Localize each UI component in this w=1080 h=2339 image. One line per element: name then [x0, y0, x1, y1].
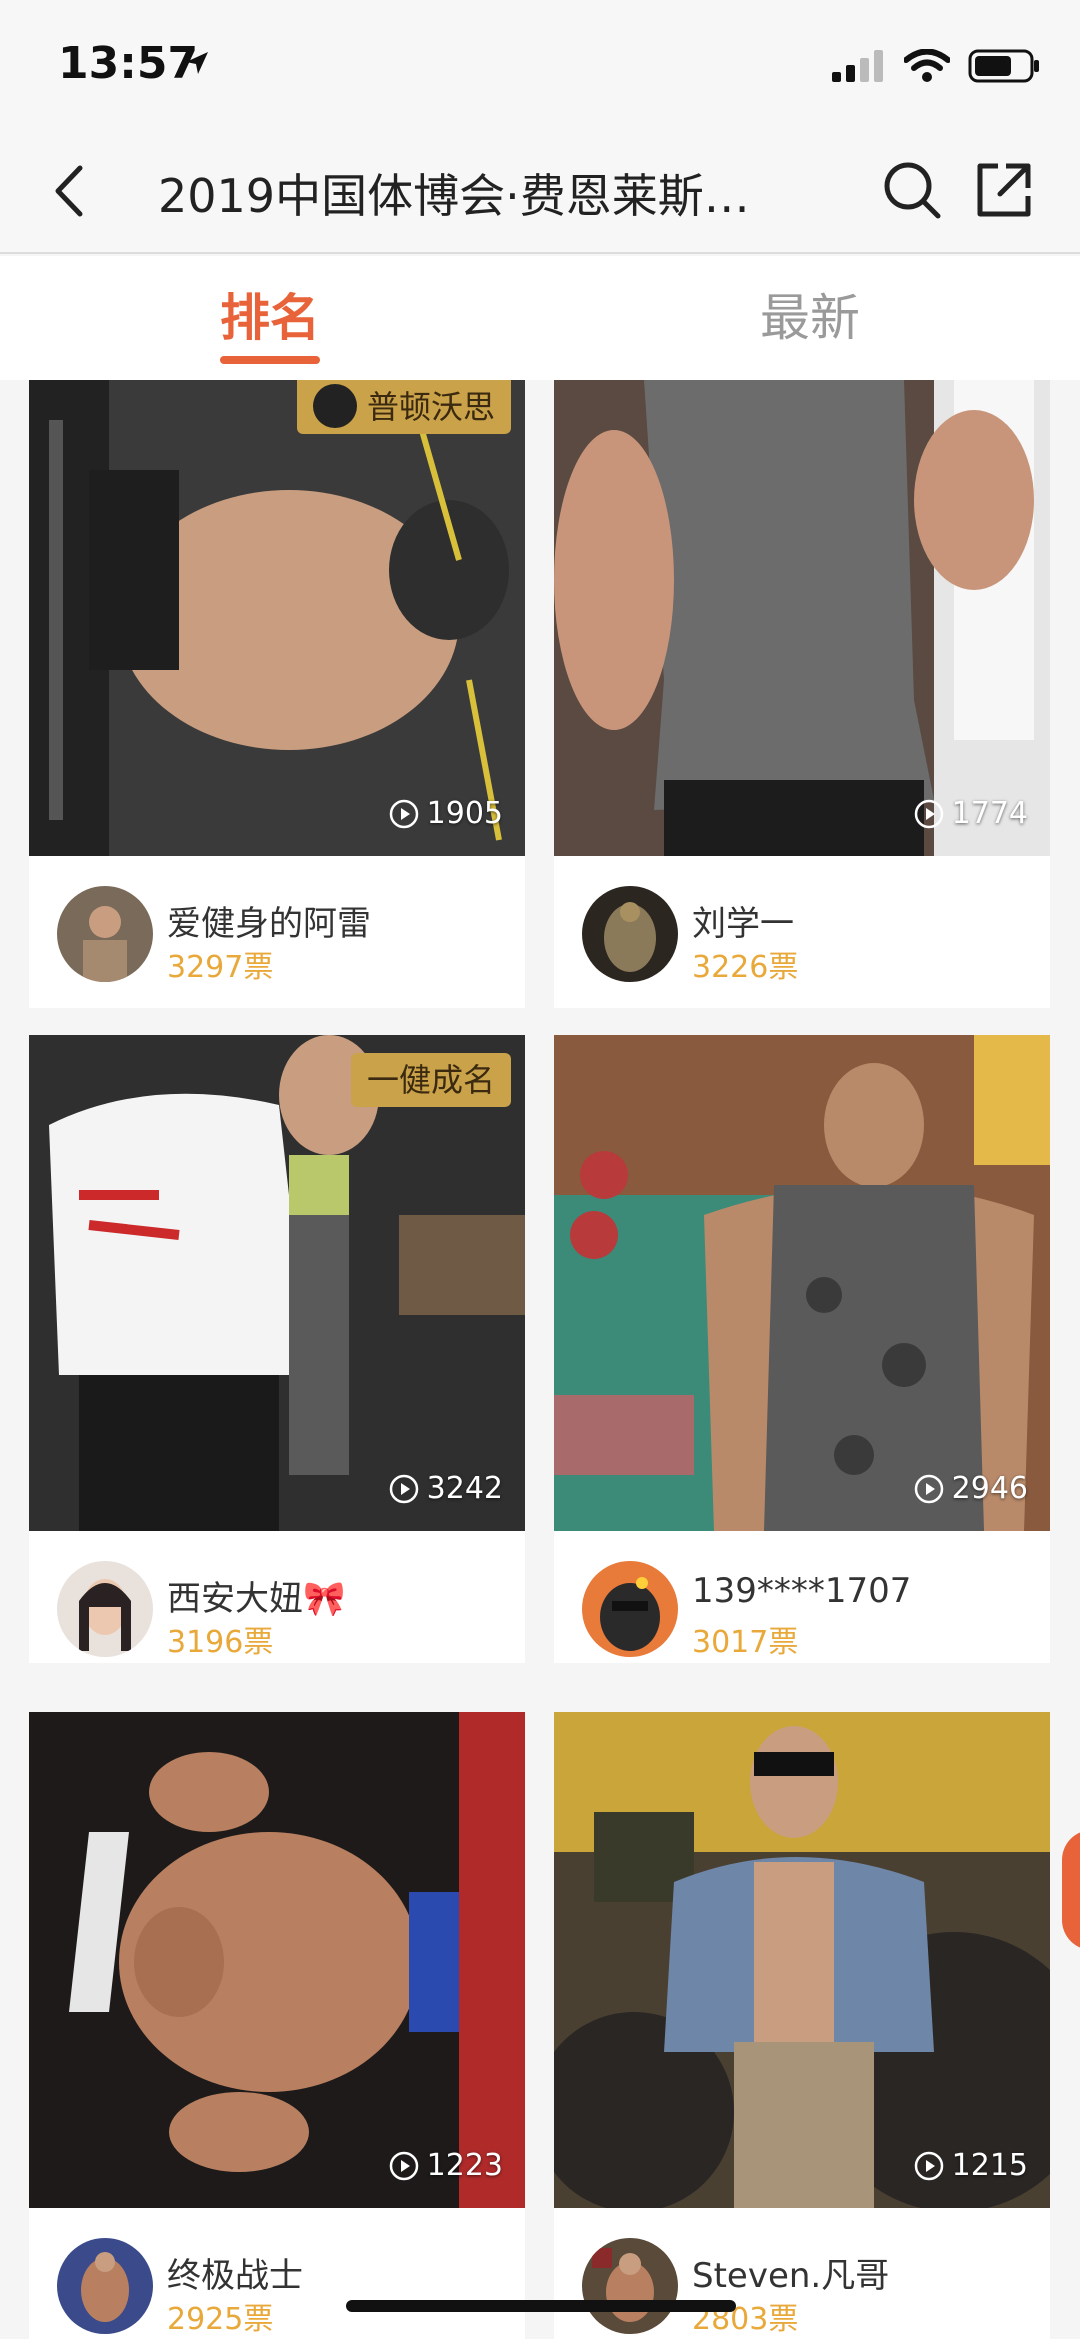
- play-icon: [389, 2151, 418, 2180]
- search-icon[interactable]: [878, 156, 946, 224]
- play-count-value: 1774: [951, 796, 1028, 831]
- user-name[interactable]: 爱健身的阿雷: [167, 896, 371, 945]
- play-count: 1774: [914, 796, 1028, 831]
- floating-side-tab[interactable]: [1062, 1830, 1080, 1950]
- entry-thumbnail[interactable]: 2946: [554, 1035, 1050, 1531]
- status-icons: [832, 46, 1040, 86]
- vote-count: 3017票: [692, 1625, 799, 1660]
- avatar[interactable]: [582, 886, 678, 982]
- play-count-value: 1905: [426, 796, 503, 831]
- tab-ranking[interactable]: 排名: [120, 278, 420, 350]
- user-name[interactable]: Steven.凡哥: [692, 2248, 889, 2297]
- avatar[interactable]: [57, 1561, 153, 1657]
- play-count: 1223: [389, 2148, 503, 2183]
- location-arrow-icon: [186, 52, 208, 74]
- nav-bar: 2019中国体博会·费恩莱斯…: [0, 130, 1080, 254]
- entry-card[interactable]: 1774 刘学一 3226票: [554, 380, 1050, 1008]
- play-count: 3242: [389, 1471, 503, 1506]
- page-title: 2019中国体博会·费恩莱斯…: [158, 169, 750, 223]
- user-name[interactable]: 西安大妞🎀: [167, 1571, 345, 1620]
- entry-card[interactable]: 一健成名 3242 西安大妞🎀 3196票: [29, 1035, 525, 1663]
- play-count: 2946: [914, 1471, 1028, 1506]
- tab-latest[interactable]: 最新: [660, 278, 960, 350]
- wifi-icon: [904, 49, 950, 82]
- play-icon: [914, 2151, 943, 2180]
- play-count-value: 1215: [951, 2148, 1028, 2183]
- play-icon: [914, 799, 943, 828]
- entry-card[interactable]: 2946 139****1707 3017票: [554, 1035, 1050, 1663]
- entry-thumbnail[interactable]: 1215: [554, 1712, 1050, 2208]
- vote-count: 3226票: [692, 950, 799, 985]
- tab-active-indicator: [220, 356, 320, 364]
- home-indicator[interactable]: [346, 2300, 736, 2312]
- entry-thumbnail[interactable]: 一健成名 3242: [29, 1035, 525, 1531]
- user-name[interactable]: 刘学一: [692, 896, 794, 945]
- status-bar: 13:57: [0, 0, 1080, 130]
- vote-count: 3196票: [167, 1625, 274, 1660]
- badge-label: 普顿沃思: [366, 388, 495, 426]
- vote-count: 2925票: [167, 2302, 274, 2337]
- status-time: 13:57: [58, 38, 199, 89]
- play-icon: [389, 799, 418, 828]
- play-count-value: 1223: [426, 2148, 503, 2183]
- avatar[interactable]: [582, 1561, 678, 1657]
- back-arrow-icon[interactable]: [36, 156, 106, 226]
- avatar[interactable]: [582, 2238, 678, 2334]
- user-name[interactable]: 139****1707: [692, 1571, 911, 1611]
- avatar[interactable]: [57, 2238, 153, 2334]
- play-count-value: 2946: [951, 1471, 1028, 1506]
- vote-count: 3297票: [167, 950, 274, 985]
- signal-icon: [832, 50, 883, 82]
- tab-bar: 排名 最新: [0, 256, 1080, 380]
- play-count: 1215: [914, 2148, 1028, 2183]
- battery-icon: [968, 49, 1039, 83]
- entry-card[interactable]: 普顿沃思 1905 爱健身的阿雷 3297票: [29, 380, 525, 1008]
- entry-thumbnail[interactable]: 1774: [554, 380, 1050, 856]
- share-icon[interactable]: [972, 156, 1036, 224]
- ranking-grid: 普顿沃思 1905 爱健身的阿雷 3297票 1774 刘学一 3226票 一健…: [0, 380, 1080, 2339]
- play-icon: [389, 1474, 418, 1503]
- user-name[interactable]: 终极战士: [167, 2248, 303, 2297]
- avatar[interactable]: [57, 886, 153, 982]
- play-icon: [914, 1474, 943, 1503]
- play-count: 1905: [389, 796, 503, 831]
- play-count-value: 3242: [426, 1471, 503, 1506]
- award-badge: 普顿沃思: [296, 380, 511, 434]
- entry-thumbnail[interactable]: 1223: [29, 1712, 525, 2208]
- entry-card[interactable]: 1215 Steven.凡哥 2803票: [554, 1712, 1050, 2339]
- entry-card[interactable]: 1223 终极战士 2925票: [29, 1712, 525, 2339]
- entry-thumbnail[interactable]: 普顿沃思 1905: [29, 380, 525, 856]
- badge-logo-icon: [312, 384, 357, 428]
- award-badge: 一健成名: [350, 1053, 511, 1107]
- badge-label: 一健成名: [366, 1061, 495, 1099]
